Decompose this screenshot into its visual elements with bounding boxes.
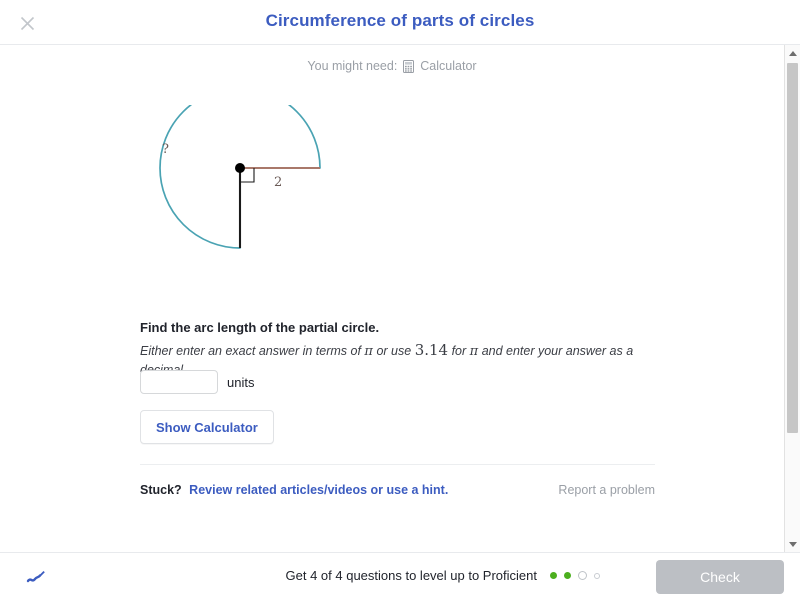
scroll-up-arrow-icon[interactable] bbox=[785, 45, 800, 61]
exercise-window: Circumference of parts of circles You mi… bbox=[0, 0, 800, 600]
calculator-icon bbox=[402, 60, 414, 76]
progress-dot-4 bbox=[594, 572, 600, 579]
answer-input[interactable] bbox=[140, 370, 218, 394]
progress-dot-2 bbox=[564, 572, 571, 579]
scratchpad-pencil-icon[interactable] bbox=[22, 563, 50, 591]
exercise-content: You might need: Calculator ? 2 Find the … bbox=[0, 45, 784, 552]
level-up-status: Get 4 of 4 questions to level up to Prof… bbox=[286, 568, 600, 583]
sub-text-part-1: Either enter an exact answer in terms of bbox=[140, 344, 361, 358]
stuck-prefix: Stuck? bbox=[140, 483, 182, 497]
pi-decimal-value: 3.14 bbox=[414, 341, 449, 359]
vertical-scrollbar[interactable] bbox=[784, 45, 800, 552]
sub-text-part-2: or use bbox=[376, 344, 412, 358]
bottom-bar: Get 4 of 4 questions to level up to Prof… bbox=[0, 552, 800, 600]
question-main-text: Find the arc length of the partial circl… bbox=[140, 320, 380, 335]
progress-dot-3 bbox=[578, 571, 587, 580]
progress-dot-1 bbox=[550, 572, 557, 579]
section-divider bbox=[140, 464, 655, 465]
header-bar: Circumference of parts of circles bbox=[0, 0, 800, 45]
pi-symbol-2: π bbox=[469, 344, 479, 359]
scrollbar-thumb[interactable] bbox=[787, 63, 798, 433]
answer-row: units bbox=[140, 370, 254, 394]
calculator-link[interactable]: Calculator bbox=[420, 59, 476, 73]
arc-label: ? bbox=[162, 142, 169, 157]
progress-dots bbox=[550, 571, 600, 580]
show-calculator-button[interactable]: Show Calculator bbox=[140, 410, 274, 444]
stuck-row: Stuck? Review related articles/videos or… bbox=[140, 483, 655, 497]
hint-link[interactable]: Review related articles/videos or use a … bbox=[189, 483, 448, 497]
pi-symbol-1: π bbox=[364, 344, 373, 359]
level-up-text: Get 4 of 4 questions to level up to Prof… bbox=[285, 568, 537, 583]
report-problem-link[interactable]: Report a problem bbox=[558, 483, 655, 497]
partial-circle-diagram: ? 2 bbox=[140, 105, 370, 295]
sub-text-part-3: for bbox=[451, 344, 467, 358]
page-title: Circumference of parts of circles bbox=[265, 11, 535, 30]
you-might-need-label: You might need: bbox=[307, 59, 398, 73]
you-might-need-row: You might need: Calculator bbox=[0, 59, 784, 76]
check-button[interactable]: Check bbox=[656, 560, 784, 594]
scroll-down-arrow-icon[interactable] bbox=[785, 536, 800, 552]
radius-label: 2 bbox=[274, 175, 282, 190]
stuck-prefix-wrapper: Stuck? Review related articles/videos or… bbox=[140, 483, 448, 497]
units-label: units bbox=[227, 374, 255, 390]
